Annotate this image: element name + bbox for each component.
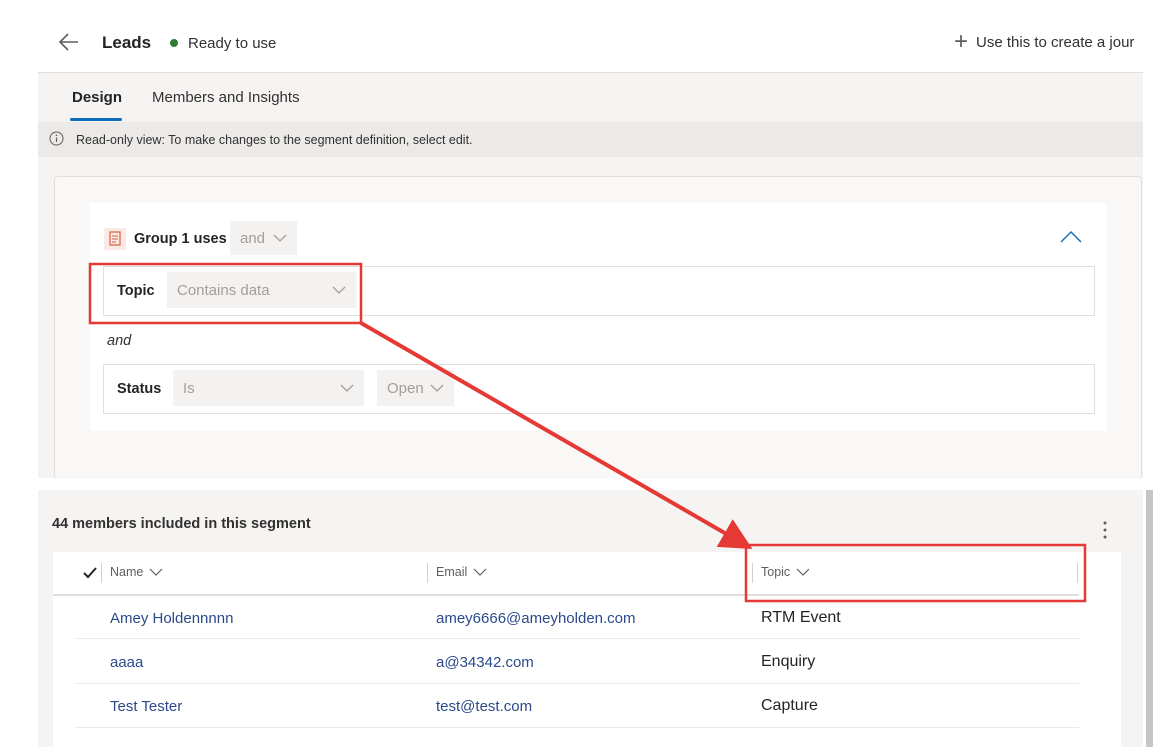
- condition-connector: and: [107, 333, 132, 349]
- status-value: Open: [387, 379, 424, 397]
- group-operator-dropdown[interactable]: and: [230, 221, 297, 255]
- row-divider: [75, 638, 1079, 639]
- topic-operator-value: Contains data: [177, 281, 270, 299]
- group-list-icon: [104, 228, 126, 250]
- chevron-down-icon: [273, 234, 287, 242]
- scrollbar[interactable]: [1146, 490, 1153, 747]
- column-header-email-label: Email: [436, 565, 468, 579]
- info-icon: [49, 131, 64, 146]
- chevron-down-icon: [149, 568, 163, 576]
- column-separator: [101, 563, 102, 583]
- column-header-topic-label: Topic: [761, 565, 791, 579]
- member-email[interactable]: test@test.com: [436, 698, 532, 715]
- create-journey-button[interactable]: + Use this to create a jour: [954, 28, 1135, 55]
- status-dot-icon: [170, 39, 178, 47]
- checkmark-icon[interactable]: [82, 566, 98, 580]
- column-separator: [427, 563, 428, 583]
- column-separator: [1077, 563, 1078, 583]
- group-label: Group 1 uses: [134, 231, 227, 247]
- group-operator-value: and: [240, 229, 266, 247]
- row-divider: [75, 727, 1079, 728]
- member-email[interactable]: amey6666@ameyholden.com: [436, 610, 636, 627]
- status-text: Ready to use: [188, 35, 277, 52]
- table-header-divider: [53, 594, 1079, 596]
- chevron-down-icon: [340, 384, 354, 392]
- status-value-dropdown[interactable]: Open: [377, 370, 454, 406]
- active-tab-indicator: [70, 118, 122, 121]
- column-separator: [752, 563, 753, 583]
- chevron-down-icon: [796, 568, 810, 576]
- back-arrow-icon[interactable]: [58, 30, 80, 54]
- column-header-topic[interactable]: Topic: [761, 565, 810, 579]
- page-title: Leads: [102, 33, 152, 52]
- member-name[interactable]: Test Tester: [110, 698, 182, 715]
- tab-members-and-insights[interactable]: Members and Insights: [152, 89, 300, 106]
- row-divider: [75, 683, 1079, 684]
- chevron-down-icon: [430, 384, 444, 392]
- info-text: Read-only view: To make changes to the s…: [76, 133, 473, 147]
- column-header-name[interactable]: Name: [110, 565, 163, 579]
- plus-icon: +: [954, 28, 969, 55]
- chevron-down-icon: [332, 286, 346, 294]
- chevron-up-icon[interactable]: [1060, 231, 1082, 243]
- topic-operator-dropdown[interactable]: Contains data: [167, 272, 356, 308]
- member-name[interactable]: Amey Holdennnnn: [110, 610, 233, 627]
- create-journey-label: Use this to create a jour: [976, 33, 1135, 51]
- status-operator-dropdown[interactable]: Is: [173, 370, 364, 406]
- members-table: [53, 552, 1121, 747]
- chevron-down-icon: [473, 568, 487, 576]
- condition-field-status: Status: [117, 381, 162, 397]
- member-topic: Enquiry: [761, 653, 816, 670]
- member-topic: Capture: [761, 697, 818, 714]
- status-operator-value: Is: [183, 379, 195, 397]
- member-name[interactable]: aaaa: [110, 654, 143, 671]
- column-header-email[interactable]: Email: [436, 565, 487, 579]
- tab-design[interactable]: Design: [72, 89, 122, 106]
- condition-field-topic: Topic: [117, 283, 155, 299]
- members-count-title: 44 members included in this segment: [52, 516, 311, 532]
- member-topic: RTM Event: [761, 609, 841, 626]
- more-vertical-icon[interactable]: [1098, 520, 1112, 540]
- column-header-name-label: Name: [110, 565, 144, 579]
- member-email[interactable]: a@34342.com: [436, 654, 534, 671]
